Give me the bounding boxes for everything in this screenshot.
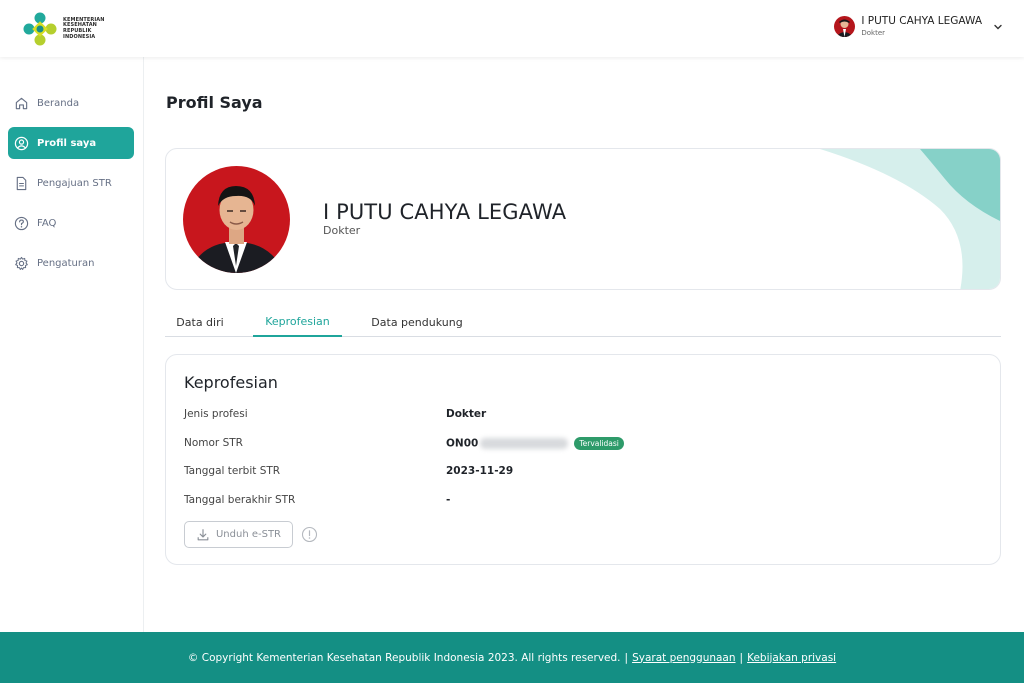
- tanggal-berakhir-value: -: [446, 494, 451, 506]
- profile-role: Dokter: [323, 224, 361, 237]
- download-label: Unduh e-STR: [215, 529, 282, 540]
- page-title: Profil Saya: [166, 93, 263, 112]
- copyright-text: © Copyright Kementerian Kesehatan Republ…: [187, 651, 621, 664]
- sidebar-item-label: Profil saya: [37, 137, 97, 149]
- document-icon: [14, 176, 29, 191]
- validated-badge: Tervalidasi: [574, 437, 624, 450]
- nomor-str-prefix: ON00: [446, 437, 479, 450]
- download-estr-button[interactable]: Unduh e-STR: [184, 521, 293, 548]
- tab-data-pendukung[interactable]: Data pendukung: [360, 307, 474, 337]
- sidebar-item-label: Beranda: [37, 97, 80, 109]
- sidebar-item-label: Pengajuan STR: [37, 177, 112, 189]
- jenis-profesi-value: Dokter: [446, 408, 487, 420]
- tanggal-berakhir-label: Tanggal berakhir STR: [184, 494, 296, 506]
- profile-tabs: Data diri Keprofesian Data pendukung: [165, 307, 1001, 337]
- user-menu[interactable]: I PUTU CAHYA LEGAWA Dokter: [834, 15, 1004, 38]
- gear-icon: [14, 256, 29, 271]
- section-title: Keprofesian: [184, 373, 278, 392]
- info-icon[interactable]: [301, 526, 318, 543]
- profile-photo: [183, 166, 290, 273]
- keprofesian-card: Keprofesian Jenis profesi Dokter Nomor S…: [165, 354, 1001, 565]
- kemenkes-logo-icon: [23, 12, 57, 46]
- header-user-name: I PUTU CAHYA LEGAWA: [861, 15, 982, 27]
- decorative-wave: [820, 149, 1000, 289]
- footer-separator: |: [624, 651, 629, 664]
- tanggal-terbit-label: Tanggal terbit STR: [184, 465, 281, 477]
- sidebar-item-label: FAQ: [37, 217, 57, 229]
- privacy-link[interactable]: Kebijakan privasi: [747, 652, 836, 664]
- sidebar-item-label: Pengaturan: [37, 257, 95, 269]
- home-icon: [14, 96, 29, 111]
- logo-line: INDONESIA: [63, 33, 96, 40]
- sidebar-item-faq[interactable]: FAQ: [8, 207, 134, 239]
- sidebar-item-beranda[interactable]: Beranda: [8, 87, 134, 119]
- nomor-str-value: ON00 Tervalidasi: [446, 437, 624, 450]
- kemenkes-logo[interactable]: KEMENTERIAN KESEHATAN REPUBLIK INDONESIA: [22, 11, 115, 47]
- question-icon: [14, 216, 29, 231]
- chevron-down-icon[interactable]: [992, 21, 1004, 33]
- user-avatar: [834, 16, 856, 37]
- nomor-str-label: Nomor STR: [184, 437, 243, 449]
- footer: © Copyright Kementerian Kesehatan Republ…: [0, 632, 1024, 683]
- jenis-profesi-label: Jenis profesi: [184, 408, 248, 420]
- top-header: KEMENTERIAN KESEHATAN REPUBLIK INDONESIA…: [0, 0, 1024, 57]
- tanggal-terbit-value: 2023-11-29: [446, 465, 514, 477]
- sidebar-item-profil-saya[interactable]: Profil saya: [8, 127, 134, 159]
- logo-text: KEMENTERIAN KESEHATAN REPUBLIK INDONESIA: [63, 17, 115, 40]
- tab-keprofesian[interactable]: Keprofesian: [253, 307, 342, 337]
- sidebar-item-pengajuan-str[interactable]: Pengajuan STR: [8, 167, 134, 199]
- sidebar-item-pengaturan[interactable]: Pengaturan: [8, 247, 134, 279]
- sidebar: Beranda Profil saya Pengajuan STR FAQ Pe…: [0, 57, 144, 632]
- footer-separator: |: [739, 651, 744, 664]
- profile-name: I PUTU CAHYA LEGAWA: [323, 200, 567, 224]
- header-user-role: Dokter: [861, 29, 886, 37]
- user-circle-icon: [14, 136, 29, 151]
- profile-card: I PUTU CAHYA LEGAWA Dokter: [165, 148, 1001, 290]
- terms-link[interactable]: Syarat penggunaan: [632, 652, 735, 664]
- download-icon: [197, 528, 209, 540]
- redacted-str-number: [480, 438, 569, 449]
- tab-data-diri[interactable]: Data diri: [165, 307, 235, 337]
